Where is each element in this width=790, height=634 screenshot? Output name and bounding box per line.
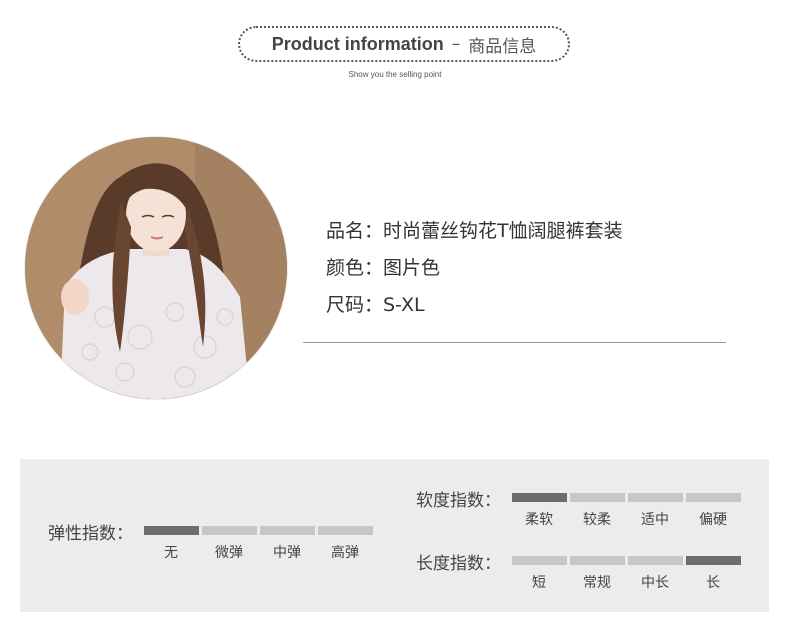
softness-bar-0: [512, 493, 567, 502]
length-option-1: 常规: [583, 575, 611, 591]
length-option-2: 中长: [641, 575, 669, 591]
length-bar-0: [512, 556, 567, 565]
index-panel: 弹性指数： 无 微弹 中弹 高弹 软度指数： 柔软 较柔 适中 偏硬 长度指数：…: [20, 459, 769, 612]
length-bar-3: [686, 556, 741, 565]
product-size: 尺码：S-XL: [326, 294, 425, 316]
length-option-3: 长: [706, 575, 720, 591]
softness-bar-1: [570, 493, 625, 502]
elasticity-bar-1: [202, 526, 257, 535]
elasticity-bar-2: [260, 526, 315, 535]
header-subtitle: Show you the selling point: [348, 70, 442, 79]
elasticity-bar-3: [318, 526, 373, 535]
length-bar-2: [628, 556, 683, 565]
elasticity-option-0: 无: [164, 545, 178, 561]
length-option-0: 短: [532, 575, 546, 591]
elasticity-label: 弹性指数：: [48, 524, 133, 544]
softness-bar-2: [628, 493, 683, 502]
softness-label: 软度指数：: [416, 491, 501, 511]
info-divider: [303, 342, 726, 343]
softness-bar-3: [686, 493, 741, 502]
softness-option-2: 适中: [641, 512, 669, 528]
product-info: 品名：时尚蕾丝钩花T恤阔腿裤套装 颜色：图片色 尺码：S-XL: [326, 218, 623, 329]
length-label: 长度指数：: [416, 554, 501, 574]
length-bar-1: [570, 556, 625, 565]
softness-option-1: 较柔: [583, 512, 611, 528]
product-color: 颜色：图片色: [326, 257, 441, 279]
product-name: 品名：时尚蕾丝钩花T恤阔腿裤套装: [326, 220, 623, 242]
elasticity-bar-0: [144, 526, 199, 535]
softness-option-3: 偏硬: [699, 512, 727, 528]
header-title-en: Product information: [271, 33, 444, 54]
header-dash: –: [451, 34, 461, 54]
elasticity-option-3: 高弹: [331, 545, 359, 561]
section-header: Product information – 商品信息: [238, 26, 570, 62]
model-photo: [25, 137, 287, 399]
elasticity-option-2: 中弹: [273, 545, 301, 561]
softness-option-0: 柔软: [525, 512, 553, 528]
elasticity-option-1: 微弹: [215, 545, 243, 561]
header-title-cn: 商品信息: [468, 36, 537, 57]
